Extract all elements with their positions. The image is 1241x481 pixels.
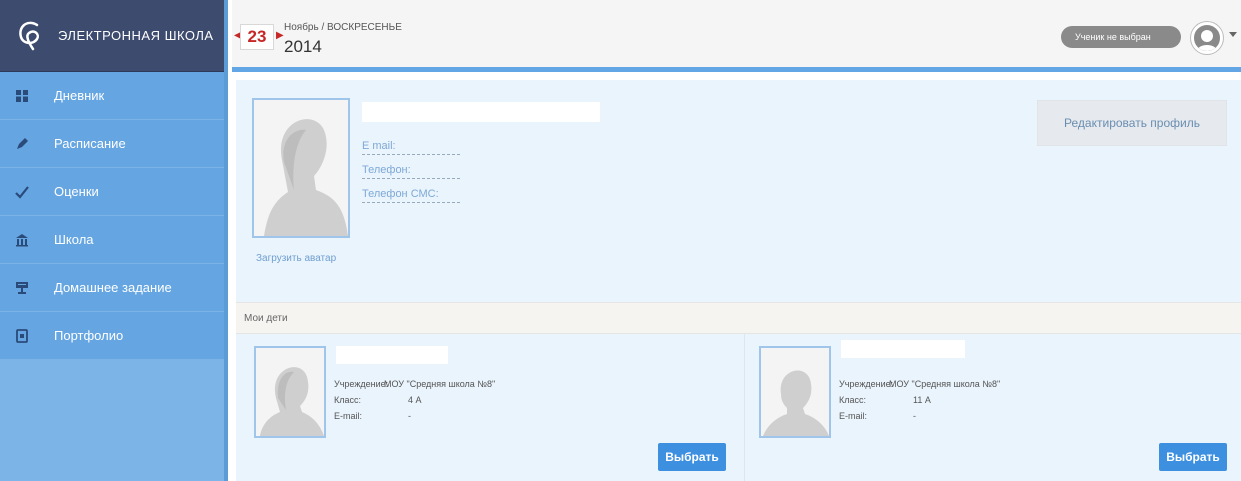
homework-icon [0, 281, 40, 295]
email-value: - [913, 411, 916, 421]
app: ЭЛЕКТРОННАЯ ШКОЛА Дневник Расписание Оце… [0, 0, 1241, 481]
silhouette-icon [763, 370, 829, 436]
date-year: 2014 [284, 37, 322, 56]
sms-phone-label[interactable]: Телефон СМС: [362, 188, 460, 203]
sidebar-item-label: Оценки [54, 184, 99, 199]
sidebar-item-diary[interactable]: Дневник [0, 72, 224, 120]
class-value: 4 А [408, 395, 422, 405]
logo-icon [14, 18, 44, 54]
select-child-button[interactable]: Выбрать [658, 443, 726, 471]
class-value: 11 А [913, 395, 931, 405]
sidebar-empty-area [0, 360, 224, 481]
chevron-right-icon[interactable]: ▶ [276, 30, 284, 41]
profile-photo [252, 98, 350, 238]
email-label: E-mail: [839, 411, 868, 421]
child-photo [254, 346, 326, 438]
sidebar-item-portfolio[interactable]: Портфолио [0, 312, 224, 360]
child-card: Учреждение: МОУ "Средняя школа №8" Класс:… [236, 334, 744, 481]
sidebar-item-school[interactable]: Школа [0, 216, 224, 264]
institution-label: Учреждение: [334, 379, 389, 389]
app-name: ЭЛЕКТРОННАЯ ШКОЛА [58, 28, 214, 43]
month-weekday: Ноябрь / ВОСКРЕСЕНЬЕ [284, 22, 402, 33]
book-icon [0, 89, 40, 103]
child-info: Учреждение: МОУ "Средняя школа №8" Класс:… [334, 376, 495, 424]
sidebar-item-grades[interactable]: Оценки [0, 168, 224, 216]
silhouette-icon [264, 119, 348, 236]
portfolio-icon [0, 328, 40, 343]
sidebar-item-label: Портфолио [54, 328, 124, 343]
sidebar: ЭЛЕКТРОННАЯ ШКОЛА Дневник Расписание Оце… [0, 0, 228, 481]
upload-avatar-link[interactable]: Загрузить аватар [256, 253, 336, 264]
class-label: Класс: [334, 395, 361, 405]
date-badge: 23 [240, 24, 274, 50]
institution-label: Учреждение: [839, 379, 894, 389]
sidebar-item-label: Домашнее задание [54, 280, 172, 295]
email-label[interactable]: E mail: [362, 140, 460, 155]
child-name-field [336, 346, 448, 364]
sidebar-item-label: Школа [54, 232, 94, 247]
pen-icon [0, 137, 40, 151]
top-header: ◀ 23 ▶ Ноябрь / ВОСКРЕСЕНЬЕ 2014 Ученик … [232, 0, 1241, 72]
edit-profile-button[interactable]: Редактировать профиль [1037, 100, 1227, 146]
my-children-header: Мои дети [236, 302, 1241, 334]
sidebar-item-label: Дневник [54, 88, 105, 103]
child-card: Учреждение: МОУ "Средняя школа №8" Класс:… [745, 334, 1241, 481]
profile-panel: Загрузить аватар E mail: Телефон: Телефо… [236, 80, 1241, 302]
logo-bar[interactable]: ЭЛЕКТРОННАЯ ШКОЛА [0, 0, 224, 72]
child-info: Учреждение: МОУ "Средняя школа №8" Класс:… [839, 376, 1000, 424]
check-icon [0, 185, 40, 199]
institution-value: МОУ "Средняя школа №8" [889, 379, 1001, 389]
institution-value: МОУ "Средняя школа №8" [384, 379, 496, 389]
profile-name-field [362, 102, 600, 122]
sidebar-item-homework[interactable]: Домашнее задание [0, 264, 224, 312]
child-photo [759, 346, 831, 438]
email-value: - [408, 411, 411, 421]
phone-label[interactable]: Телефон: [362, 164, 460, 179]
child-name-field [841, 340, 965, 358]
sidebar-nav: Дневник Расписание Оценки Школа Домашнее… [0, 72, 224, 360]
user-avatar[interactable] [1191, 22, 1223, 54]
email-label: E-mail: [334, 411, 363, 421]
chevron-down-icon[interactable] [1229, 32, 1237, 37]
silhouette-icon [260, 367, 324, 436]
student-select[interactable]: Ученик не выбран [1061, 26, 1181, 48]
select-child-button[interactable]: Выбрать [1159, 443, 1227, 471]
date-day: 23 [247, 27, 267, 46]
sidebar-item-label: Расписание [54, 136, 126, 151]
class-label: Класс: [839, 395, 866, 405]
user-icon [1197, 30, 1217, 51]
school-icon [0, 233, 40, 247]
sidebar-item-schedule[interactable]: Расписание [0, 120, 224, 168]
